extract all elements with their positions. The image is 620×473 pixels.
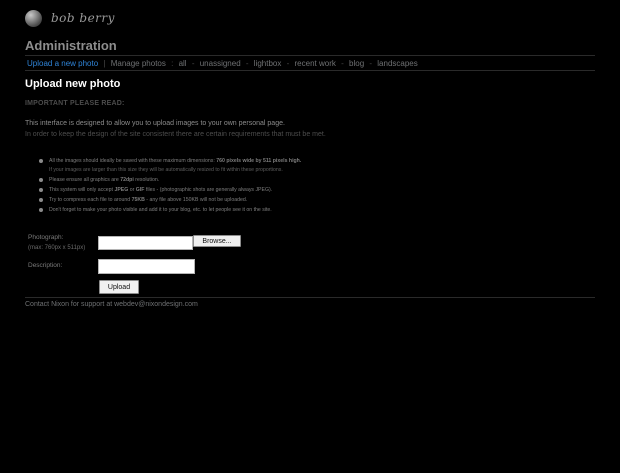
nav-divider <box>25 70 595 71</box>
nav-separator-dash: - <box>191 59 195 68</box>
rule-highlight: 72dpi <box>120 177 134 183</box>
rule-text-suffix: - any file above 150KB will not be uploa… <box>144 197 248 203</box>
nav-item-all[interactable]: all <box>179 59 187 68</box>
list-item: Please ensure all graphics are 72dpi res… <box>35 175 301 185</box>
brand-name: bob berry <box>51 11 115 25</box>
rule-text: All the images should ideally be saved w… <box>49 158 217 164</box>
list-item: This system will only accept JPEG or GIF… <box>35 185 301 195</box>
rule-text: Please ensure all graphics are <box>49 177 121 183</box>
page-title: Upload new photo <box>25 78 121 90</box>
rule-text: Don't forget to make your photo visible … <box>49 207 272 213</box>
nav-item-lightbox[interactable]: lightbox <box>254 59 282 68</box>
footer-divider <box>25 297 595 298</box>
nav-item-blog[interactable]: blog <box>349 59 364 68</box>
photograph-label-text: Photograph: <box>28 234 64 241</box>
list-item: Try to compress each file to around 75KB… <box>35 195 301 205</box>
browse-button[interactable]: Browse... <box>193 235 241 247</box>
page-header: Administration <box>25 38 117 53</box>
nav-separator-dash: - <box>341 59 344 68</box>
nav-item-recent-work[interactable]: recent work <box>295 59 336 68</box>
nav-item-unassigned[interactable]: unassigned <box>200 59 241 68</box>
rule-text: This system will only accept <box>49 187 115 193</box>
list-item: All the images should ideally be saved w… <box>35 156 301 175</box>
rule-text-suffix: resolution. <box>133 177 160 183</box>
nav-item-landscapes[interactable]: landscapes <box>377 59 417 68</box>
nav-separator-dash: - <box>369 59 373 68</box>
sphere-icon <box>25 9 42 27</box>
nav-separator-colon: : <box>171 59 174 68</box>
rule-text-suffix: files - (photographic shots are generall… <box>144 187 273 193</box>
nav-manage-photos[interactable]: Manage photos <box>111 59 166 68</box>
rule-highlight: 75KB <box>131 197 145 203</box>
rule-highlight: JPEG <box>114 187 129 193</box>
rule-text-middle: or <box>128 187 136 193</box>
rule-text: Try to compress each file to around <box>49 197 132 203</box>
nav-separator: | <box>103 59 106 68</box>
photograph-hint: (max: 760px x 511px) <box>28 245 86 251</box>
intro-line-1: This interface is designed to allow you … <box>25 120 285 127</box>
page: bob berry Administration Upload a new ph… <box>0 0 620 473</box>
description-label: Description: <box>28 262 63 269</box>
rule-subtext: If your images are larger than this size… <box>49 167 283 173</box>
intro-text: This interface is designed to allow you … <box>25 118 326 140</box>
footer-support-text: Contact Nixon for support at webdev@nixo… <box>25 301 198 308</box>
description-field[interactable] <box>98 259 195 274</box>
important-label: IMPORTANT PLEASE READ: <box>25 100 125 107</box>
nav-separator-dash: - <box>245 59 249 68</box>
header-divider <box>25 55 595 56</box>
photograph-file-field[interactable] <box>98 236 193 250</box>
photograph-label: Photograph: (max: 760px x 511px) <box>28 233 85 253</box>
upload-button[interactable]: Upload <box>99 280 139 294</box>
brand: bob berry <box>25 7 115 29</box>
rule-highlight: 760 pixels wide by 511 pixels high. <box>216 158 302 164</box>
nav-separator-dash: - <box>286 59 290 68</box>
requirements-list: All the images should ideally be saved w… <box>35 156 301 215</box>
main-nav: Upload a new photo | Manage photos : all… <box>27 59 418 68</box>
intro-line-2: In order to keep the design of the site … <box>25 131 326 138</box>
nav-upload-new-photo[interactable]: Upload a new photo <box>27 59 98 68</box>
list-item: Don't forget to make your photo visible … <box>35 205 301 215</box>
